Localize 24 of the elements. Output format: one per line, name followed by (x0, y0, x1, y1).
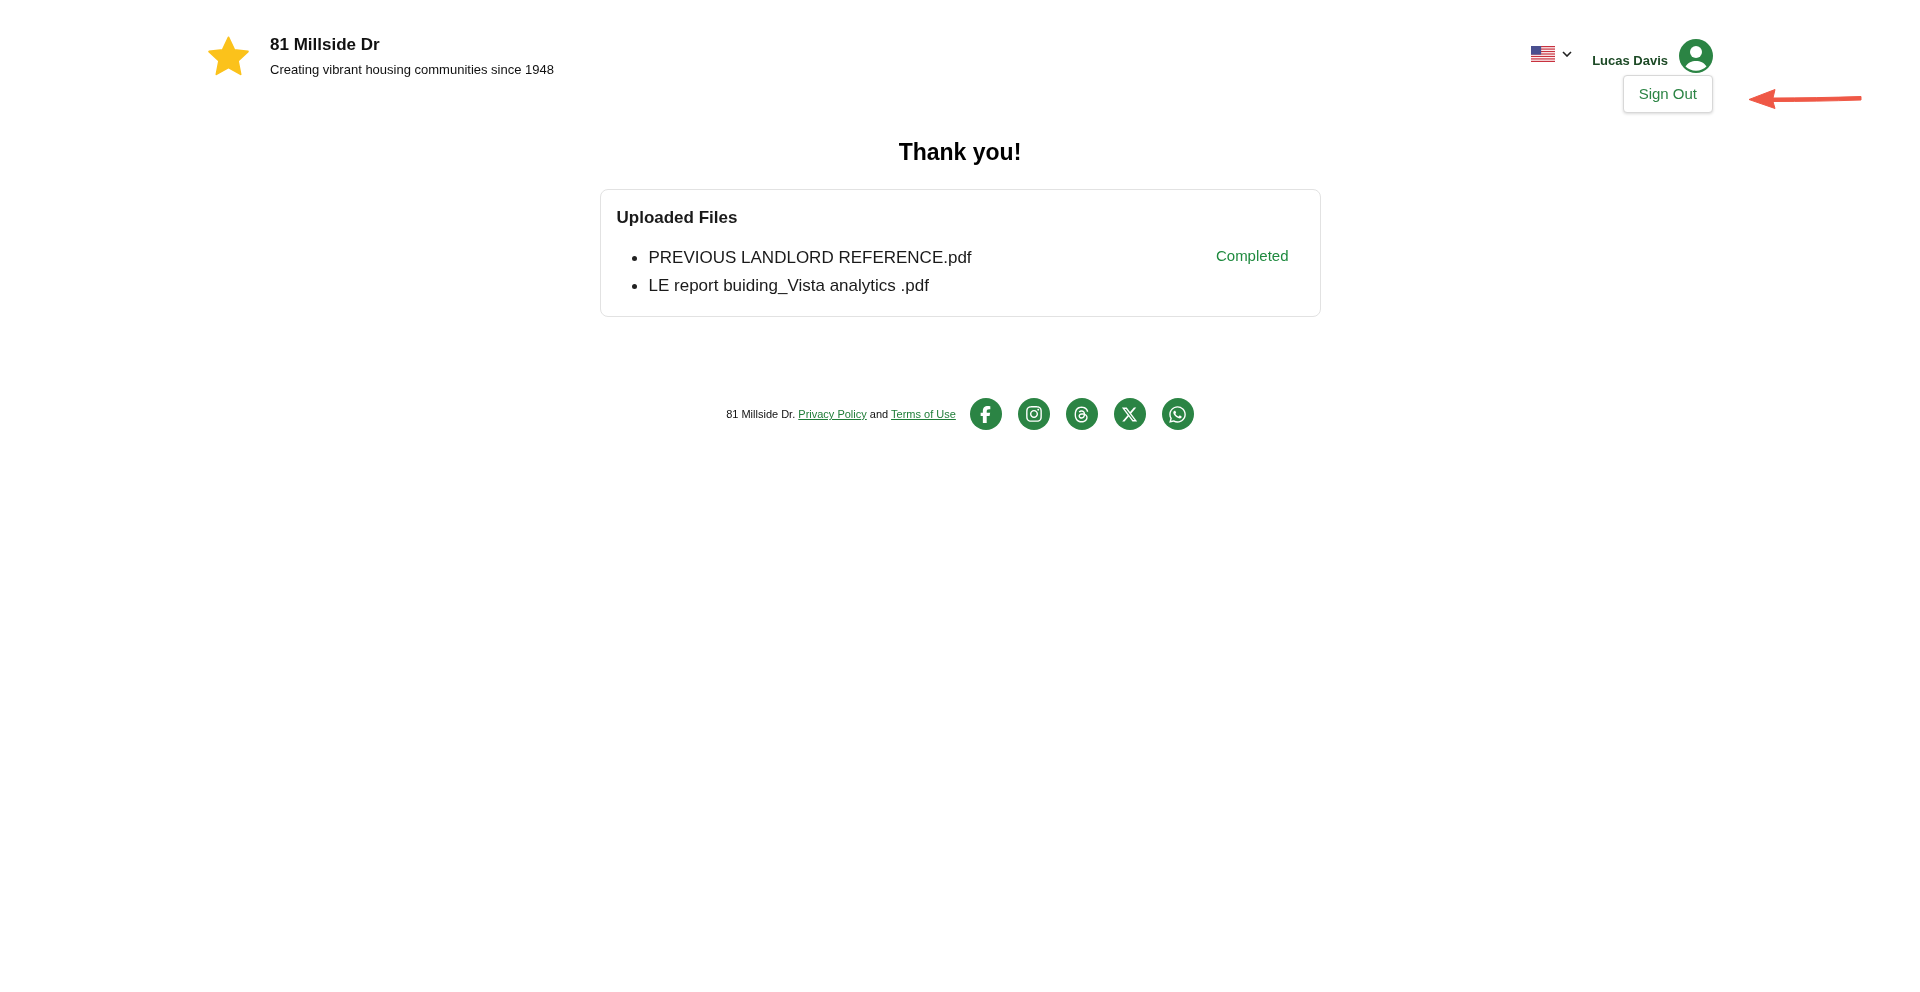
x-logo-icon[interactable] (1113, 398, 1146, 430)
threads-icon[interactable] (1065, 398, 1098, 430)
language-button[interactable] (1531, 46, 1573, 62)
terms-of-use-link[interactable]: Terms of Use (891, 408, 956, 420)
user-name: Lucas Davis (1592, 53, 1668, 69)
chevron-down-icon (1562, 51, 1573, 57)
privacy-policy-link[interactable]: Privacy Policy (798, 408, 867, 420)
bullet-icon (631, 255, 637, 261)
site-tagline: Creating vibrant housing communities since 1948 (270, 61, 554, 79)
card-title: Uploaded Files (616, 207, 739, 229)
facebook-icon[interactable] (969, 398, 1002, 430)
file-name: LE report buiding_Vista analytics .pdf (648, 275, 929, 297)
site-title: 81 Millside Dr (270, 34, 381, 56)
upload-status: Completed (1215, 246, 1289, 266)
footer-text: 81 Millside Dr. Privacy Policy and Terms of Use (726, 407, 956, 421)
file-name: PREVIOUS LANDLORD REFERENCE.pdf (648, 247, 972, 269)
sign-out-button[interactable]: Sign Out (1623, 76, 1712, 112)
flag-icon (1531, 46, 1556, 62)
page-heading: Thank you! (898, 138, 1022, 166)
star-icon (207, 36, 250, 77)
instagram-icon[interactable] (1017, 398, 1050, 430)
user-avatar-icon[interactable] (1679, 39, 1713, 73)
bullet-icon (631, 283, 637, 289)
whatsapp-icon[interactable] (1161, 398, 1194, 430)
